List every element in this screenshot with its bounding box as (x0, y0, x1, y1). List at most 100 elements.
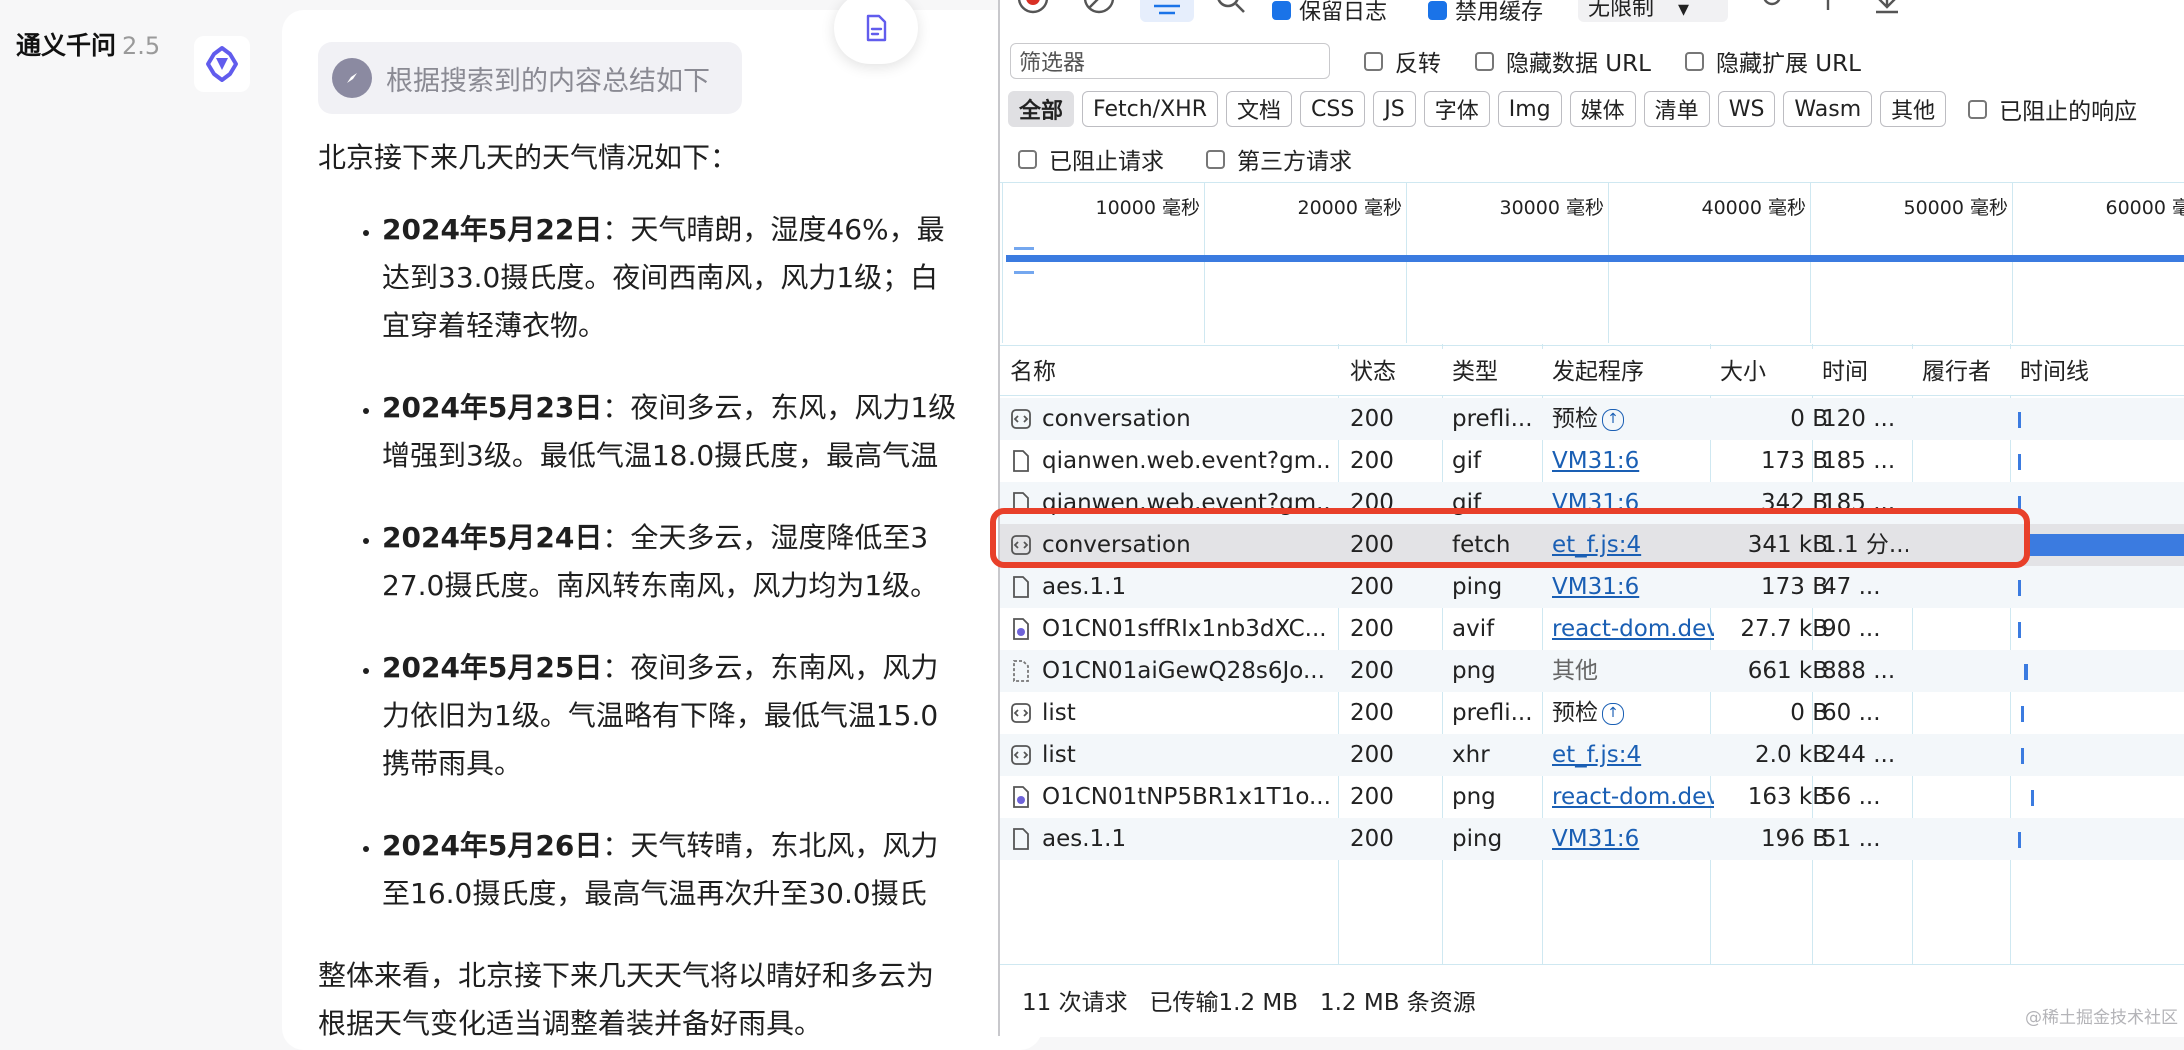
request-name[interactable]: O1CN01tNP5BR1x1T1o... (1010, 776, 1330, 818)
request-name[interactable]: qianwen.web.event?gm... (1010, 440, 1330, 482)
col-initiator[interactable]: 发起程序 (1552, 349, 1644, 395)
type-filter-media[interactable]: 媒体 (1569, 91, 1636, 127)
table-row[interactable]: O1CN01tNP5BR1x1T1o... 200 png react-dom.dev… (1000, 776, 2184, 818)
col-fulfilled-by[interactable]: 履行者 (1922, 349, 1991, 395)
network-conditions-icon[interactable] (1758, 0, 1792, 16)
blocked-responses-checkbox[interactable] (1968, 99, 1988, 119)
export-har-icon[interactable] (1870, 0, 1904, 16)
disable-cache-toggle[interactable]: 禁用缓存 (1428, 0, 1543, 26)
filter-input[interactable]: 筛选器 (1010, 43, 1330, 79)
col-name[interactable]: 名称 (1010, 349, 1056, 395)
blocked-requests-toggle[interactable]: 已阻止请求 (1018, 142, 1164, 176)
type-filter-img[interactable]: Img (1497, 91, 1562, 127)
col-status[interactable]: 状态 (1350, 349, 1396, 395)
request-name[interactable]: O1CN01sffRIx1nb3dXC... (1010, 608, 1330, 650)
initiator-link[interactable]: react-dom.dev (1552, 616, 1714, 642)
disable-cache-checkbox[interactable] (1428, 0, 1447, 20)
table-row[interactable]: O1CN01aiGewQ28s6Jo... 200 png 其他 661 kB 888 .… (1000, 650, 2184, 692)
hide-ext-url-label: 隐藏扩展 URL (1715, 51, 1861, 77)
import-har-icon[interactable] (1818, 0, 1838, 16)
table-row[interactable]: conversation 200 prefli... 预检 ↑ 0 B 120 ... (1000, 398, 2184, 440)
col-waterfall[interactable]: 时间线 (2020, 349, 2089, 395)
initiator-preflight[interactable]: 预检 (1552, 700, 1598, 726)
png-file-icon (1010, 659, 1032, 683)
waterfall-bar (2017, 454, 2021, 470)
table-row[interactable]: aes.1.1 200 ping VM31:6 196 B 51 ... (1000, 818, 2184, 860)
request-type: prefli... (1452, 406, 1533, 432)
request-name[interactable]: list (1010, 734, 1330, 776)
hide-data-url-toggle[interactable]: 隐藏数据 URL (1475, 44, 1651, 78)
request-options-row: 已阻止请求 第三方请求 (1018, 142, 1382, 176)
request-time: 244 ... (1822, 742, 1896, 768)
type-filter-fetch-xhr[interactable]: Fetch/XHR (1082, 91, 1218, 127)
request-name[interactable]: aes.1.1 (1010, 818, 1330, 860)
table-row[interactable]: qianwen.web.event?gm... 200 gif VM31:6 173 B… (1000, 440, 2184, 482)
hide-data-url-checkbox[interactable] (1475, 51, 1494, 71)
clear-icon[interactable] (1082, 0, 1116, 16)
type-filter-all[interactable]: 全部 (1008, 91, 1075, 127)
request-status: 200 (1350, 616, 1394, 642)
invert-checkbox[interactable] (1364, 51, 1383, 71)
waterfall-bar (2026, 534, 2184, 556)
initiator-link[interactable]: et_f.js:4 (1552, 742, 1641, 768)
table-row[interactable]: aes.1.1 200 ping VM31:6 173 B 47 ... (1000, 566, 2184, 608)
preflight-info-icon[interactable]: ↑ (1602, 408, 1624, 431)
initiator-link[interactable]: react-dom.dev (1552, 784, 1714, 810)
hide-ext-url-toggle[interactable]: 隐藏扩展 URL (1684, 44, 1861, 78)
waterfall-bar (2017, 832, 2021, 848)
item-date: 2024年5月22日 (382, 213, 603, 246)
edit-doc-button[interactable] (834, 0, 918, 64)
request-name[interactable]: aes.1.1 (1010, 566, 1330, 608)
type-filter-other[interactable]: 其他 (1880, 91, 1947, 127)
request-size: 0 B (1790, 700, 1828, 726)
preflight-info-icon[interactable]: ↑ (1602, 702, 1624, 725)
request-name[interactable]: conversation (1010, 398, 1330, 440)
request-table-body: conversation 200 prefli... 预检 ↑ 0 B 120 ... qia… (1000, 398, 2184, 860)
third-party-toggle[interactable]: 第三方请求 (1206, 142, 1352, 176)
blocked-responses-toggle[interactable]: 已阻止的响应 (1968, 92, 2137, 126)
type-filter-font[interactable]: 字体 (1423, 91, 1490, 127)
initiator-link[interactable]: VM31:6 (1552, 448, 1639, 474)
transferred-size: 已传输1.2 MB (1149, 990, 1299, 1016)
timeline-overview[interactable]: 10000 毫秒 20000 毫秒 30000 毫秒 40000 毫秒 5000… (1000, 182, 2184, 346)
filter-toggle-button[interactable] (1140, 0, 1194, 22)
table-row[interactable]: list 200 xhr et_f.js:4 2.0 kB 244 ... (1000, 734, 2184, 776)
search-chip-label: 根据搜索到的内容总结如下 (386, 65, 710, 97)
document-file-icon (1010, 449, 1032, 473)
document-file-icon (1010, 575, 1032, 599)
third-party-checkbox[interactable] (1206, 149, 1225, 169)
request-time: 888 ... (1822, 658, 1896, 684)
initiator-link[interactable]: VM31:6 (1552, 826, 1639, 852)
type-filter-manifest[interactable]: 清单 (1643, 91, 1710, 127)
preserve-log-checkbox[interactable] (1272, 0, 1291, 20)
request-time: 90 ... (1822, 616, 1881, 642)
type-filter-wasm[interactable]: Wasm (1783, 91, 1873, 127)
search-summary-chip[interactable]: 根据搜索到的内容总结如下 (318, 42, 742, 114)
brand-title: 通义千问 2.5 (16, 26, 160, 62)
initiator-link[interactable]: VM31:6 (1552, 574, 1639, 600)
type-filter-doc[interactable]: 文档 (1225, 91, 1292, 127)
preserve-log-toggle[interactable]: 保留日志 (1272, 0, 1387, 26)
initiator-preflight[interactable]: 预检 (1552, 406, 1598, 432)
throttle-select[interactable]: 无限制 ▾ (1578, 0, 1728, 22)
search-icon[interactable] (1214, 0, 1248, 16)
col-size[interactable]: 大小 (1720, 349, 1766, 395)
table-row[interactable]: list 200 prefli... 预检 ↑ 0 B 60 ... (1000, 692, 2184, 734)
col-type[interactable]: 类型 (1452, 349, 1498, 395)
type-filter-js[interactable]: JS (1373, 91, 1416, 127)
col-time[interactable]: 时间 (1822, 349, 1868, 395)
request-initiator: 其他 (1552, 650, 1714, 692)
invert-toggle[interactable]: 反转 (1364, 44, 1441, 78)
hide-ext-url-checkbox[interactable] (1684, 51, 1704, 71)
type-filter-ws[interactable]: WS (1717, 91, 1776, 127)
request-time: 47 ... (1822, 574, 1881, 600)
brand-name: 通义千问 (16, 31, 117, 60)
record-stop-icon[interactable] (1016, 0, 1050, 16)
request-name-text: O1CN01sffRIx1nb3dXC... (1042, 616, 1327, 642)
red-highlight-annotation (990, 508, 2030, 568)
request-name[interactable]: list (1010, 692, 1330, 734)
table-row[interactable]: O1CN01sffRIx1nb3dXC... 200 avif react-dom.d… (1000, 608, 2184, 650)
type-filter-css[interactable]: CSS (1300, 91, 1366, 127)
blocked-requests-checkbox[interactable] (1018, 149, 1037, 169)
request-name[interactable]: O1CN01aiGewQ28s6Jo... (1010, 650, 1330, 692)
